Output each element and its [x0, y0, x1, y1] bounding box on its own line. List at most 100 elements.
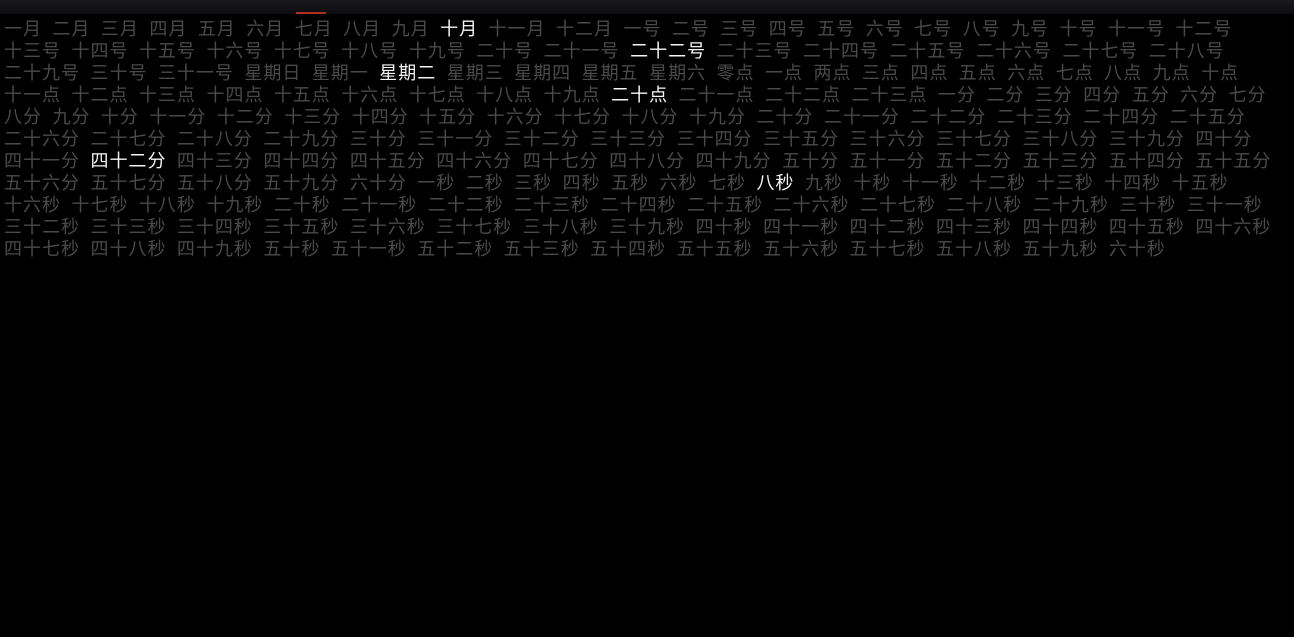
second-token: 三十五秒 [263, 218, 339, 236]
minute-token: 四十四分 [263, 152, 339, 170]
minute-token: 六分 [1180, 86, 1218, 104]
second-token: 四十二秒 [850, 218, 926, 236]
second-token: 四十五秒 [1109, 218, 1185, 236]
month-token: 七月 [295, 20, 333, 38]
month-token: 八月 [343, 20, 381, 38]
day-token: 十九号 [409, 42, 466, 60]
hour-token: 十一点 [4, 86, 61, 104]
minute-token: 三十二分 [504, 130, 580, 148]
minute-token: 四十六分 [436, 152, 512, 170]
minute-token: 三分 [1035, 86, 1073, 104]
second-token: 三十八秒 [523, 218, 599, 236]
day-token: 八号 [963, 20, 1001, 38]
month-token: 五月 [198, 20, 236, 38]
minute-token: 五十九分 [263, 174, 339, 192]
day-token: 三十一号 [158, 64, 234, 82]
minute-token: 十二分 [217, 108, 274, 126]
hour-token: 四点 [910, 64, 948, 82]
minute-token: 五十一分 [850, 152, 926, 170]
day-token: 五号 [817, 20, 855, 38]
second-token: 十七秒 [71, 196, 128, 214]
weekday-token: 星期四 [514, 64, 571, 82]
day-token: 二十八号 [1149, 42, 1225, 60]
day-token: 十四号 [71, 42, 128, 60]
second-token: 五十八秒 [936, 240, 1012, 258]
second-token: 十秒 [853, 174, 891, 192]
second-token: 三十二秒 [4, 218, 80, 236]
day-token: 十三号 [4, 42, 61, 60]
second-token: 八秒 [756, 174, 794, 192]
second-token: 六秒 [660, 174, 698, 192]
second-token: 二十五秒 [687, 196, 763, 214]
second-token: 四十一秒 [763, 218, 839, 236]
second-token: 二十九秒 [1033, 196, 1109, 214]
minute-token: 五十三分 [1022, 152, 1098, 170]
day-token: 二十九号 [4, 64, 80, 82]
day-token: 十五号 [139, 42, 196, 60]
second-token: 七秒 [708, 174, 746, 192]
minute-token: 三十分 [350, 130, 407, 148]
second-token: 五十三秒 [504, 240, 580, 258]
hour-token: 十点 [1201, 64, 1239, 82]
day-token: 七号 [914, 20, 952, 38]
day-token: 十二号 [1175, 20, 1232, 38]
hour-token: 二十二点 [765, 86, 841, 104]
minute-token: 七分 [1229, 86, 1267, 104]
minute-token: 五十七分 [90, 174, 166, 192]
second-token: 二十二秒 [428, 196, 504, 214]
second-token: 四十六秒 [1195, 218, 1271, 236]
second-token: 十一秒 [902, 174, 959, 192]
minute-token: 二十九分 [263, 130, 339, 148]
second-token: 四十秒 [696, 218, 753, 236]
second-token: 十八秒 [139, 196, 196, 214]
second-token: 二十四秒 [601, 196, 677, 214]
second-token: 三十七秒 [436, 218, 512, 236]
second-token: 九秒 [805, 174, 843, 192]
minute-token: 十八分 [622, 108, 679, 126]
hour-token: 十四点 [206, 86, 263, 104]
minute-token: 二十四分 [1083, 108, 1159, 126]
minute-token: 二十一分 [824, 108, 900, 126]
minute-token: 五十六分 [4, 174, 80, 192]
day-token: 二号 [672, 20, 710, 38]
minute-token: 四十一分 [4, 152, 80, 170]
hour-token: 六点 [1007, 64, 1045, 82]
day-token: 一号 [623, 20, 661, 38]
second-token: 三十一秒 [1187, 196, 1263, 214]
month-token: 十二月 [556, 20, 613, 38]
minute-token: 八分 [4, 108, 42, 126]
second-token: 十四秒 [1104, 174, 1161, 192]
second-token: 十九秒 [206, 196, 263, 214]
hour-token: 一点 [765, 64, 803, 82]
second-token: 五十七秒 [850, 240, 926, 258]
second-token: 四十八秒 [90, 240, 166, 258]
minute-token: 十分 [101, 108, 139, 126]
second-token: 五十六秒 [763, 240, 839, 258]
month-token: 三月 [101, 20, 139, 38]
weekday-token: 星期三 [447, 64, 504, 82]
second-token: 五十一秒 [331, 240, 407, 258]
minute-token: 四十五分 [350, 152, 426, 170]
minute-token: 三十七分 [936, 130, 1012, 148]
hour-token: 九点 [1153, 64, 1191, 82]
minute-token: 四十八分 [609, 152, 685, 170]
month-token: 九月 [392, 20, 430, 38]
weekday-token: 星期六 [649, 64, 706, 82]
minute-token: 五十五分 [1195, 152, 1271, 170]
second-token: 五十五秒 [677, 240, 753, 258]
second-token: 五十九秒 [1022, 240, 1098, 258]
second-token: 二秒 [466, 174, 504, 192]
minute-token: 五分 [1132, 86, 1170, 104]
day-token: 六号 [866, 20, 904, 38]
minute-token: 三十八分 [1022, 130, 1098, 148]
minute-token: 二分 [986, 86, 1024, 104]
month-token: 十一月 [489, 20, 546, 38]
month-token: 六月 [246, 20, 284, 38]
hour-token: 十七点 [409, 86, 466, 104]
minute-token: 三十三分 [590, 130, 666, 148]
minute-token: 三十六分 [850, 130, 926, 148]
day-token: 二十一号 [544, 42, 620, 60]
second-token: 三十秒 [1119, 196, 1176, 214]
second-token: 六十秒 [1109, 240, 1166, 258]
day-token: 十一号 [1108, 20, 1165, 38]
